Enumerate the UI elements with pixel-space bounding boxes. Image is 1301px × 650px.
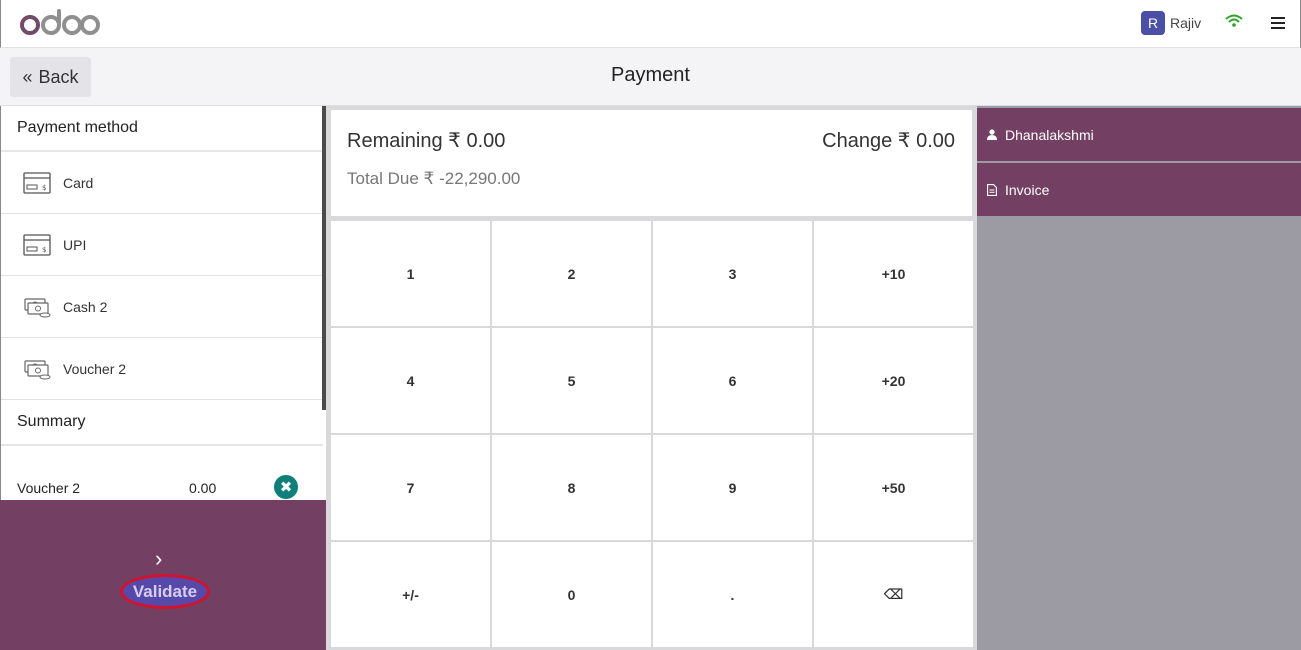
summary-line[interactable]: Voucher 2 0.00 ✖	[1, 446, 323, 499]
payment-method-label: Card	[63, 174, 94, 191]
cash-icon	[24, 359, 51, 379]
customer-name: Dhanalakshmi	[1005, 126, 1094, 143]
summary-heading: Summary	[1, 400, 323, 446]
payment-method-label: Voucher 2	[63, 360, 127, 377]
user-menu[interactable]: R Rajiv	[1141, 11, 1201, 35]
numpad-key-plus-50[interactable]: +50	[814, 435, 973, 540]
numpad-key-plus-20[interactable]: +20	[814, 328, 973, 433]
numpad-key-0[interactable]: 0	[492, 542, 651, 647]
right-panel: Dhanalakshmi Invoice	[977, 106, 1301, 650]
remove-payment-icon[interactable]: ✖	[274, 475, 298, 499]
back-button[interactable]: « Back	[10, 57, 91, 97]
change-amount: Change ₹ 0.00	[822, 130, 955, 152]
validate-button[interactable]: › Validate	[0, 500, 326, 650]
customer-button[interactable]: Dhanalakshmi	[977, 108, 1301, 161]
sub-bar: Payment « Back	[0, 48, 1301, 106]
card-icon: $	[23, 233, 51, 256]
invoice-button[interactable]: Invoice	[977, 163, 1301, 216]
numpad-key-decimal[interactable]: .	[653, 542, 812, 647]
user-name: Rajiv	[1170, 15, 1202, 31]
numpad-key-1[interactable]: 1	[331, 221, 490, 326]
payment-method-upi[interactable]: $ UPI	[1, 214, 323, 276]
invoice-label: Invoice	[1005, 181, 1050, 198]
numpad-key-plus-10[interactable]: +10	[814, 221, 973, 326]
svg-text:$: $	[42, 184, 46, 192]
payment-methods-panel: Payment method $ Card $ UPI Cash 2 Vouch…	[0, 106, 326, 500]
back-label: Back	[38, 66, 79, 87]
total-due: Total Due ₹ -22,290.00	[347, 169, 521, 188]
numpad-key-6[interactable]: 6	[653, 328, 812, 433]
numpad-key-3[interactable]: 3	[653, 221, 812, 326]
payment-method-heading: Payment method	[1, 106, 323, 152]
summary-line-amount: 0.00	[189, 480, 217, 496]
numpad-key-plus-minus[interactable]: +/-	[331, 542, 490, 647]
odoo-logo	[20, 9, 100, 35]
double-chevron-left-icon: «	[22, 66, 33, 87]
payment-amounts: Remaining ₹ 0.00 Change ₹ 0.00 Total Due…	[331, 110, 972, 216]
left-panel-scrollbar[interactable]	[322, 106, 326, 410]
cash-icon	[24, 297, 51, 317]
chevron-right-icon: ›	[155, 546, 163, 571]
remaining-amount: Remaining ₹ 0.00	[347, 130, 506, 152]
payment-method-label: Cash 2	[63, 298, 108, 315]
payment-method-cash-2[interactable]: Cash 2	[1, 276, 323, 338]
page-title: Payment	[611, 64, 690, 86]
numpad-key-5[interactable]: 5	[492, 328, 651, 433]
numpad-key-7[interactable]: 7	[331, 435, 490, 540]
numpad-key-8[interactable]: 8	[492, 435, 651, 540]
svg-text:$: $	[42, 246, 46, 254]
validate-label: Validate	[120, 574, 210, 609]
wifi-icon	[1225, 14, 1243, 27]
payment-method-card[interactable]: $ Card	[1, 152, 323, 214]
file-icon	[987, 183, 997, 196]
hamburger-menu-icon[interactable]	[1271, 17, 1285, 32]
backspace-icon[interactable]: ⌫	[814, 542, 973, 647]
avatar: R	[1141, 11, 1165, 35]
payment-method-label: UPI	[63, 236, 87, 253]
numpad: 1 2 3 +10 4 5 6 +20 7 8 9 +50 +/- 0 . ⌫	[331, 221, 973, 647]
summary-line-label: Voucher 2	[17, 480, 81, 496]
top-bar: R Rajiv	[0, 0, 1301, 48]
user-icon	[987, 129, 997, 140]
numpad-key-9[interactable]: 9	[653, 435, 812, 540]
payment-method-voucher-2[interactable]: Voucher 2	[1, 338, 323, 400]
numpad-key-2[interactable]: 2	[492, 221, 651, 326]
numpad-key-4[interactable]: 4	[331, 328, 490, 433]
card-icon: $	[23, 171, 51, 194]
